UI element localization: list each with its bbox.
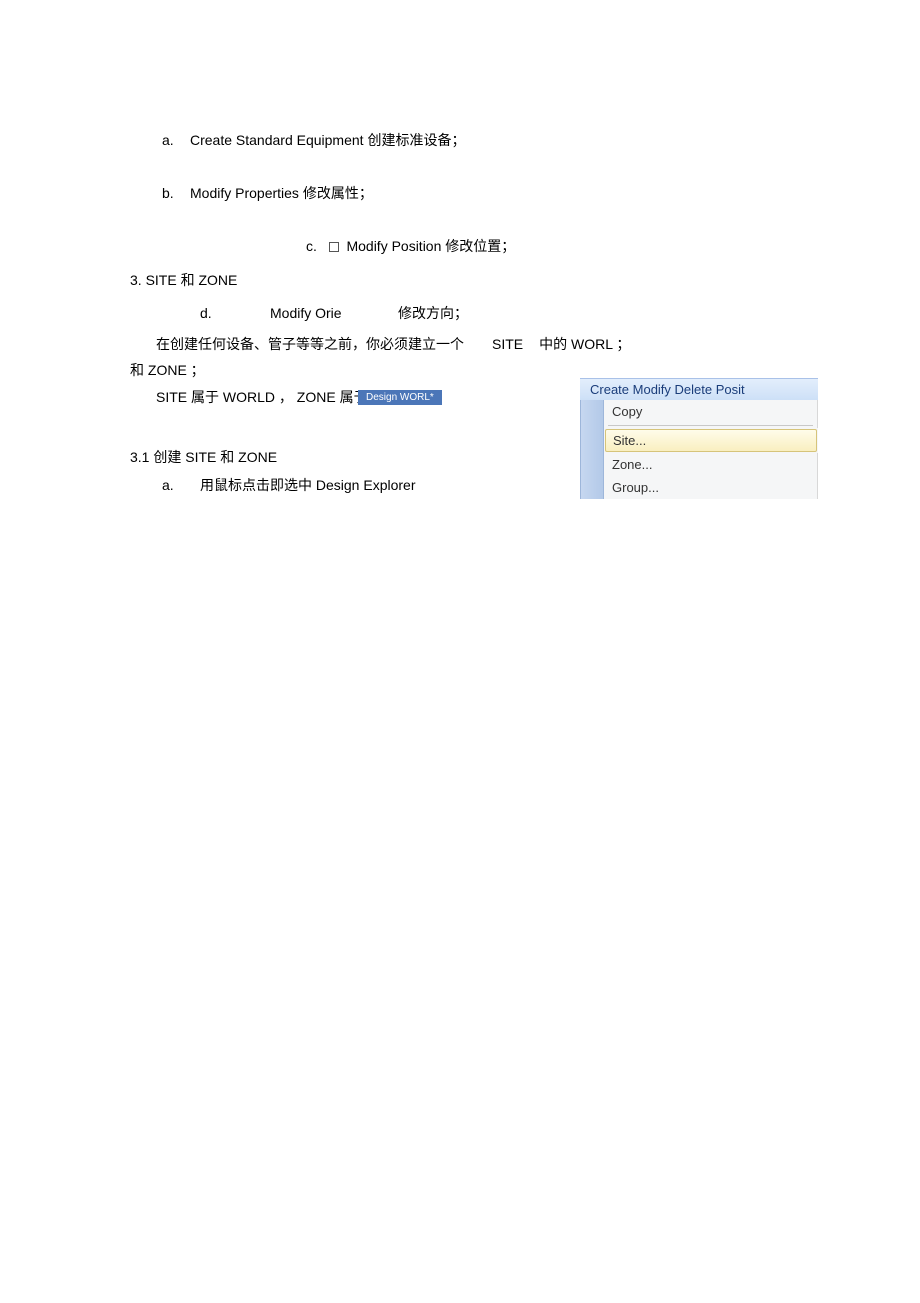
list-item-d: d. Modify Orie 修改方向； <box>200 303 830 324</box>
item-letter: c. <box>306 238 317 254</box>
section-3-heading: 3. SITE 和 ZONE <box>130 269 830 291</box>
item-letter: a. <box>162 474 200 496</box>
item-text: Create Standard Equipment 创建标准设备； <box>190 130 830 151</box>
menu-label: Copy <box>604 400 818 423</box>
menu-gutter <box>580 428 604 453</box>
paragraph-text: 中的 WORL ； <box>539 332 630 357</box>
item-text: 用鼠标点击即选中 Design Explorer <box>200 474 416 496</box>
item-text: Modify Orie <box>270 303 398 324</box>
menu-item-zone[interactable]: Zone... <box>580 453 818 476</box>
menu-gutter <box>580 400 604 423</box>
paragraph-row-1: 在创建任何设备、管子等等之前，你必须建立一个 SITE 中的 WORL ； <box>130 332 830 357</box>
menu-item-site[interactable]: Site... <box>580 428 818 453</box>
menu-gutter <box>580 453 604 476</box>
paragraph-text: SITE <box>492 332 523 357</box>
paragraph-text: 在创建任何设备、管子等等之前，你必须建立一个 <box>130 332 464 357</box>
design-worl-badge: Design WORL* <box>358 390 442 405</box>
list-item-b: b. Modify Properties 修改属性； <box>130 183 830 204</box>
item-text: Modify Properties 修改属性； <box>190 183 830 204</box>
menu-header: Create Modify Delete Posit <box>580 379 818 400</box>
list-item-c: c. Modify Position 修改位置； <box>306 236 830 257</box>
menu-label: Group... <box>604 476 818 499</box>
menu-label: Site... <box>605 429 817 452</box>
checkbox-icon <box>329 242 339 252</box>
item-text: 修改方向； <box>398 303 468 324</box>
menu-label: Zone... <box>604 453 818 476</box>
menu-separator <box>580 423 818 428</box>
menu-item-group[interactable]: Group... <box>580 476 818 499</box>
list-item-a: a. Create Standard Equipment 创建标准设备； <box>130 130 830 151</box>
item-letter: a. <box>130 130 190 151</box>
context-menu: Create Modify Delete Posit Copy Site... … <box>580 378 818 499</box>
menu-gutter <box>580 476 604 499</box>
menu-item-copy[interactable]: Copy <box>580 400 818 423</box>
item-letter: d. <box>200 303 270 324</box>
item-letter: b. <box>130 183 190 204</box>
item-text: Modify Position 修改位置； <box>346 238 515 254</box>
